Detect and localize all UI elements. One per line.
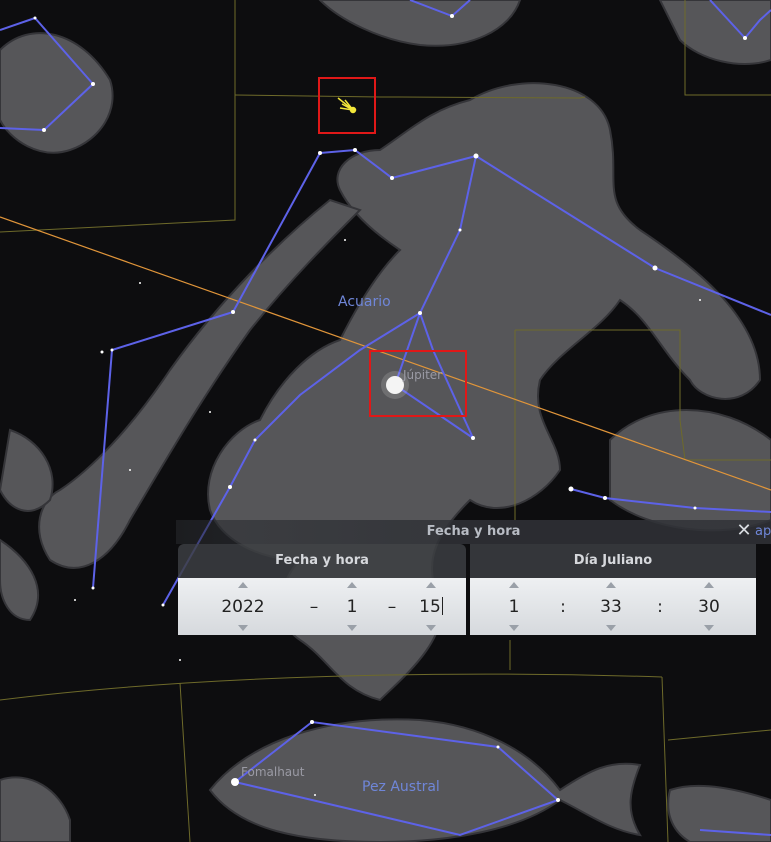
jupiter-selection-box [369,350,467,417]
date-time-dialog: Fecha y hora ✕ api Fecha y hora Día Juli… [176,520,771,638]
day-field[interactable]: 15 [406,597,456,617]
chevron-up-icon[interactable] [347,582,357,588]
month-value[interactable]: 1 [327,597,377,617]
second-spinbox[interactable]: 30 [684,578,734,635]
aquarius-label: Acuario [338,294,391,310]
chevron-up-icon[interactable] [509,582,519,588]
day-value: 15 [419,597,441,617]
fish-topleft-art [0,32,114,154]
date-panel: 2022 – 1 – 15 [178,578,466,635]
chevron-down-icon[interactable] [704,625,714,631]
fish-topright-art [658,0,771,65]
time-separator: : [560,597,566,617]
julian-day-panel: 1 : 33 : 30 [470,578,756,635]
sky-view[interactable] [0,0,771,842]
close-icon[interactable]: ✕ [734,521,754,541]
dialog-title-bar[interactable]: Fecha y hora ✕ api [176,520,771,544]
fomalhaut-star [231,778,239,786]
fish-right-art [609,409,771,532]
day-spinbox[interactable]: 15 [406,578,456,635]
time-separator: : [657,597,663,617]
minute-value[interactable]: 33 [586,597,636,617]
dialog-title: Fecha y hora [426,524,521,539]
fomalhaut-label: Fomalhaut [241,765,305,779]
constellation-art [0,0,771,842]
month-spinbox[interactable]: 1 [327,578,377,635]
minute-spinbox[interactable]: 33 [586,578,636,635]
julian-day-panel-header: Día Juliano [470,544,756,578]
chevron-up-icon[interactable] [238,582,248,588]
chevron-up-icon[interactable] [704,582,714,588]
fish-top-art [318,0,522,47]
chevron-up-icon[interactable] [426,582,436,588]
year-spinbox[interactable]: 2022 [218,578,268,635]
chevron-down-icon[interactable] [238,625,248,631]
text-cursor [441,597,443,615]
date-separator: – [309,597,319,617]
year-value[interactable]: 2022 [218,597,268,617]
hour-spinbox[interactable]: 1 [489,578,539,635]
chevron-down-icon[interactable] [606,625,616,631]
chevron-down-icon[interactable] [509,625,519,631]
dialog-edge-text: api [755,524,771,539]
hour-value[interactable]: 1 [489,597,539,617]
chevron-down-icon[interactable] [426,625,436,631]
second-value[interactable]: 30 [684,597,734,617]
comet-selection-box [318,77,376,134]
bottomleft-art [0,776,71,842]
pez-austral-label: Pez Austral [362,779,440,795]
chevron-down-icon[interactable] [347,625,357,631]
date-separator: – [387,597,397,617]
chevron-up-icon[interactable] [606,582,616,588]
date-panel-header: Fecha y hora [178,544,466,578]
